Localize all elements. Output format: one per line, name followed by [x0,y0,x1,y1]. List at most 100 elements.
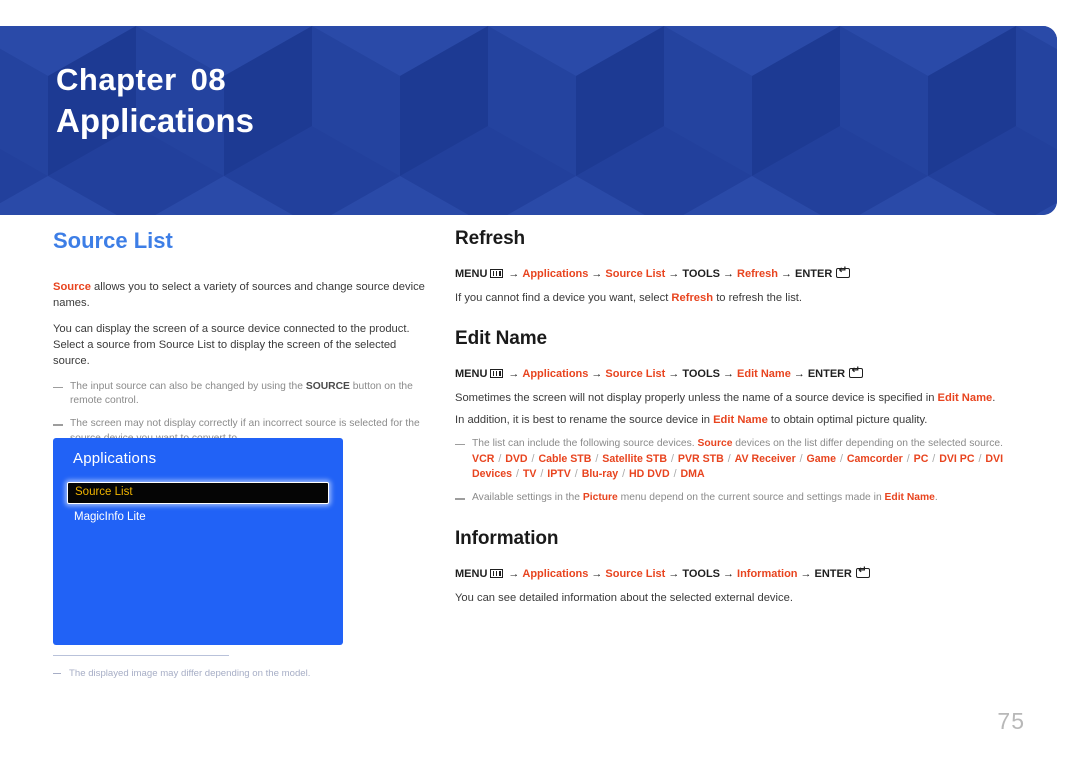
path-step-source-list: Source List [605,568,666,581]
term-source: Source [697,437,733,449]
note-picture-a: Available settings in the [472,492,583,504]
left-column: Source List Source allows you to select … [53,228,428,473]
path-arrow-3: → [668,268,680,280]
path-step-tools: TOOLS [682,268,721,280]
paragraph-refresh-a: If you cannot find a device you want, se… [455,291,672,304]
enter-icon [849,366,864,379]
tv-menu-item-source-list[interactable]: Source List [67,482,329,504]
paragraph-edit-name-1: Sometimes the screen will not display pr… [455,391,1035,407]
section-heading-source-list: Source List [53,228,173,253]
device-separator: / [975,452,985,465]
path-step-refresh: Refresh [737,268,778,280]
enter-icon [836,266,851,278]
paragraph-refresh-body: If you cannot find a device you want, se… [455,291,1035,307]
key-source: SOURCE [305,380,350,392]
device-separator: / [571,468,581,481]
footnote-divider [53,655,229,656]
device-name: Satellite STB [602,452,668,465]
device-separator: / [668,452,677,465]
device-name: Cable STB [538,452,592,465]
paragraph-edit-name-1c: . [992,391,996,404]
path-step-applications: Applications [522,568,589,581]
path-arrow-5: → [793,368,805,381]
path-arrow-3: → [668,568,680,581]
tv-menu-item-magicinfo-lite[interactable]: MagicInfo Lite [74,511,146,523]
chapter-name: Applications [56,101,255,139]
term-edit-name: Edit Name [884,492,935,504]
menu-icon [490,569,504,579]
path-step-edit-name: Edit Name [737,368,791,381]
path-arrow-5: → [780,268,792,280]
device-name: PVR STB [677,452,724,465]
path-step-applications: Applications [522,268,589,280]
device-separator: / [537,468,547,481]
path-step-tools: TOOLS [682,368,721,381]
tv-menu-screenshot: Applications Source List MagicInfo Lite [53,438,343,645]
device-name: Camcorder [846,452,903,465]
enter-icon [855,566,870,579]
path-arrow-2: → [591,568,603,581]
term-source: Source [53,281,91,293]
path-arrow-2: → [591,268,603,280]
path-arrow-4: → [723,568,735,581]
menu-icon [490,269,504,278]
paragraph-display-screen: You can display the screen of a source d… [53,322,410,367]
note-picture-settings: Available settings in the Picture menu d… [455,491,1035,506]
path-arrow-1: → [508,568,520,581]
paragraph-edit-name-2: In addition, it is best to rename the so… [455,413,1035,429]
device-separator: / [528,452,538,465]
path-arrow-2: → [591,368,603,381]
path-step-source-list: Source List [605,368,666,381]
note-device-list-a: The list can include the following sourc… [472,437,698,449]
paragraph-information-body: You can see detailed information about t… [455,591,793,604]
paragraph-edit-name-2c: to obtain optimal picture quality. [767,413,928,426]
device-name: HD DVD [629,468,670,481]
note-source-button-a: The input source can also be changed by … [70,380,306,392]
path-arrow-4: → [723,368,735,381]
device-name: DVD [505,452,528,465]
path-enter-label: ENTER [794,268,833,280]
path-arrow-1: → [508,368,520,381]
device-name: VCR [472,452,495,465]
tv-menu-item-source-list-label: Source List [75,486,133,498]
path-menu-label: MENU [455,568,488,581]
menu-path-information: MENU → Applications → Source List → TOOLS → Info… [455,566,1035,583]
device-name: Blu-ray [581,468,619,481]
device-separator: / [495,452,505,465]
path-step-applications: Applications [522,368,589,381]
device-separator: / [724,452,734,465]
path-arrow-3: → [668,368,680,381]
device-separator: / [796,452,806,465]
section-heading-edit-name: Edit Name [455,328,548,350]
note-device-list: The list can include the following sourc… [455,437,1035,452]
path-step-information: Information [737,568,798,581]
device-name: DVI PC [939,452,975,465]
term-edit-name: Edit Name [937,391,993,404]
path-arrow-5: → [800,568,812,581]
chapter-label: Chapter [56,62,177,97]
paragraph-source-intro-rest: allows you to select a variety of source… [53,281,425,309]
footnote-block: The displayed image may differ depending… [53,655,413,680]
note-device-list-c: devices on the list differ depending on … [732,437,1004,449]
device-separator: / [619,468,629,481]
note-source-button: The input source can also be changed by … [53,380,428,410]
device-name: Game [806,452,836,465]
footnote-text: The displayed image may differ depending… [53,667,413,680]
chapter-banner: Chapter 08 Applications [0,26,1057,215]
paragraph-edit-name-1a: Sometimes the screen will not display pr… [455,391,938,404]
device-separator: / [592,452,602,465]
device-separator: / [903,452,913,465]
term-edit-name: Edit Name [713,413,768,426]
paragraph-refresh-c: to refresh the list. [713,291,803,304]
path-enter-label: ENTER [807,368,846,381]
menu-path-edit-name: MENU → Applications → Source List → TOOLS → Edit… [455,366,1035,383]
path-step-source-list: Source List [605,268,666,280]
path-arrow-1: → [508,268,520,280]
term-picture: Picture [582,492,618,504]
paragraph-source-intro: Source allows you to select a variety of… [53,280,428,312]
manual-page: Chapter 08 Applications Source List Sourc… [0,0,1080,763]
tv-menu-title: Applications [73,450,157,467]
device-name: AV Receiver [734,452,796,465]
device-name: TV [522,468,537,481]
path-menu-label: MENU [455,268,488,280]
